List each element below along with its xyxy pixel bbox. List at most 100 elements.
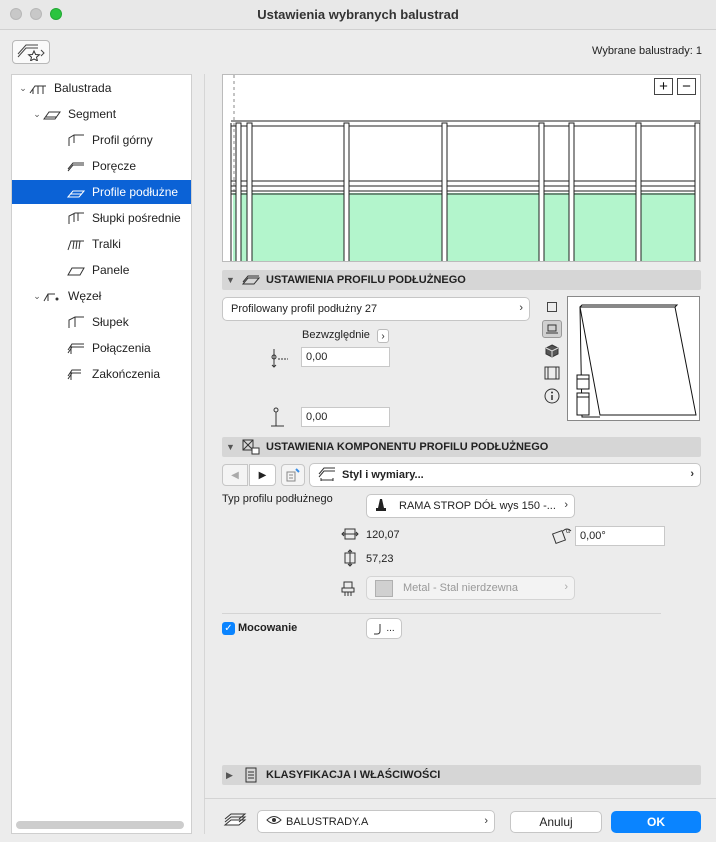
- tree-item-3[interactable]: Poręcze: [12, 154, 191, 178]
- angle-field[interactable]: 0,00°: [575, 526, 665, 546]
- railing-preview-drawing: [230, 75, 700, 261]
- footer-separator: [204, 798, 716, 799]
- rotation-angle-icon: α: [551, 525, 573, 545]
- tree-item-icon: [42, 289, 62, 303]
- svg-text:α: α: [566, 528, 570, 535]
- next-component-button[interactable]: ▶: [249, 464, 276, 486]
- chevron-down-icon[interactable]: ⌄: [18, 83, 28, 94]
- eye-icon: [266, 815, 282, 828]
- tree-item-5[interactable]: Słupki pośrednie: [12, 206, 191, 230]
- classification-header[interactable]: ▶ KLASYFIKACJA I WŁAŚCIWOŚCI: [222, 765, 701, 785]
- layer-select[interactable]: BALUSTRADY.A ›: [257, 810, 495, 833]
- profile-settings-title: USTAWIENIA PROFILU PODŁUŻNEGO: [266, 274, 466, 286]
- expand-triangle-icon: ▶: [226, 769, 233, 780]
- panel-infill: [233, 193, 700, 261]
- tree-item-label: Połączenia: [92, 341, 151, 355]
- height-dimension-icon: [340, 549, 360, 567]
- offset-icon: [267, 346, 291, 370]
- selected-count-label: Wybrane balustrady: 1: [592, 45, 702, 57]
- title-bar: Ustawienia wybranych balustrad: [0, 0, 716, 30]
- tree-item-label: Poręcze: [92, 159, 137, 173]
- tree-item-8[interactable]: ⌄ Węzeł: [12, 284, 191, 308]
- tree-item-icon: [42, 107, 62, 121]
- tree-item-2[interactable]: Profil górny: [12, 128, 191, 152]
- tree-item-4[interactable]: Profile podłużne: [12, 180, 191, 204]
- chevron-right-icon: ›: [519, 302, 523, 314]
- tree-item-10[interactable]: Połączenia: [12, 336, 191, 360]
- tree-item-icon: [66, 367, 86, 381]
- tree-item-icon: [66, 341, 86, 355]
- tree-item-label: Segment: [68, 107, 117, 121]
- height-field[interactable]: 0,00: [301, 407, 390, 427]
- chevron-down-icon[interactable]: ⌄: [32, 109, 42, 120]
- tree-item-6[interactable]: Tralki: [12, 232, 191, 256]
- tree-item-label: Słupki pośrednie: [92, 211, 181, 225]
- mounting-settings-button[interactable]: ...: [366, 618, 402, 639]
- railing-preview[interactable]: + −: [222, 74, 701, 262]
- style-dimensions-select[interactable]: Styl i wymiary... ›: [309, 463, 701, 487]
- tree-item-0[interactable]: ⌄ Balustrada: [12, 76, 191, 100]
- tree-item-label: Tralki: [92, 237, 121, 251]
- profile-type-value: RAMA STROP DÓŁ wys 150 -...: [399, 500, 556, 512]
- cancel-button[interactable]: Anuluj: [510, 811, 602, 833]
- width-value: 120,07: [366, 529, 400, 541]
- tree-item-9[interactable]: Słupek: [12, 310, 191, 334]
- tree-item-1[interactable]: ⌄ Segment: [12, 102, 191, 126]
- component-settings-title: USTAWIENIA KOMPONENTU PROFILU PODŁUŻNEGO: [266, 441, 549, 453]
- profile-3d-drawing: [576, 304, 697, 418]
- layer-value: BALUSTRADY.A: [286, 815, 369, 828]
- view-2d-icon[interactable]: [547, 302, 557, 312]
- view-film-icon[interactable]: [543, 365, 561, 381]
- separator: [222, 613, 661, 614]
- mounting-label: Mocowanie: [238, 622, 298, 634]
- tree-item-icon: [66, 315, 86, 329]
- tree-item-7[interactable]: Panele: [12, 258, 191, 282]
- chevron-down-icon[interactable]: ⌄: [32, 291, 42, 302]
- layer-stack-icon: [222, 812, 248, 832]
- tree-item-label: Profil górny: [92, 133, 153, 147]
- settings-tree[interactable]: ⌄ Balustrada ⌄ Segment Profil górny Poręcze Pr…: [11, 74, 192, 834]
- view-3d-cube-icon[interactable]: [543, 343, 561, 359]
- profile-rail-icon: [240, 273, 262, 287]
- favorites-button[interactable]: [12, 40, 50, 64]
- mode-chevron-button[interactable]: ›: [377, 329, 389, 343]
- zoom-out-button[interactable]: −: [677, 78, 696, 95]
- offset-field[interactable]: 0,00: [301, 347, 390, 367]
- profile-settings-header[interactable]: ▼ USTAWIENIA PROFILU PODŁUŻNEGO: [222, 270, 701, 290]
- mounting-checkbox[interactable]: ✓: [222, 622, 235, 635]
- chevron-right-icon: ›: [690, 468, 694, 480]
- classification-title: KLASYFIKACJA I WŁAŚCIWOŚCI: [266, 769, 441, 781]
- collapse-triangle-icon: ▼: [226, 275, 235, 285]
- tree-item-icon: [28, 81, 48, 95]
- classification-list-icon: [240, 767, 262, 783]
- mode-label: Bezwzględnie: [302, 329, 370, 341]
- panel-divider: [204, 74, 205, 834]
- previous-component-button[interactable]: ◀: [222, 464, 248, 486]
- mounting-hook-icon: [374, 623, 381, 634]
- info-icon[interactable]: [543, 387, 561, 405]
- profile-type-select[interactable]: RAMA STROP DÓŁ wys 150 -... ›: [366, 494, 575, 518]
- collapse-triangle-icon: ▼: [226, 442, 235, 452]
- chevron-right-icon: ›: [564, 581, 568, 593]
- tree-item-label: Panele: [92, 263, 130, 277]
- tree-item-label: Węzeł: [68, 289, 102, 303]
- component-edit-icon[interactable]: [281, 464, 305, 486]
- material-value: Metal - Stal nierdzewna: [403, 582, 518, 594]
- style-dimensions-icon: [318, 467, 336, 484]
- profile-type-label: Typ profilu podłużnego: [222, 493, 333, 505]
- zoom-in-button[interactable]: +: [654, 78, 673, 95]
- tree-item-icon: [66, 185, 86, 199]
- profile-3d-preview: [567, 296, 700, 421]
- material-brush-icon: [339, 580, 357, 598]
- profile-select[interactable]: Profilowany profil podłużny 27 ›: [222, 297, 530, 321]
- view-section-icon[interactable]: [542, 320, 562, 338]
- tree-item-11[interactable]: Zakończenia: [12, 362, 191, 386]
- material-select[interactable]: Metal - Stal nierdzewna ›: [366, 576, 575, 600]
- ok-button[interactable]: OK: [611, 811, 701, 833]
- tree-item-label: Balustrada: [54, 81, 112, 95]
- component-settings-icon: [240, 439, 262, 455]
- tree-horizontal-scrollbar[interactable]: [16, 821, 184, 829]
- tree-item-icon: [66, 211, 86, 225]
- mounting-button-label: ...: [386, 623, 395, 634]
- component-settings-header[interactable]: ▼ USTAWIENIA KOMPONENTU PROFILU PODŁUŻNE…: [222, 437, 701, 457]
